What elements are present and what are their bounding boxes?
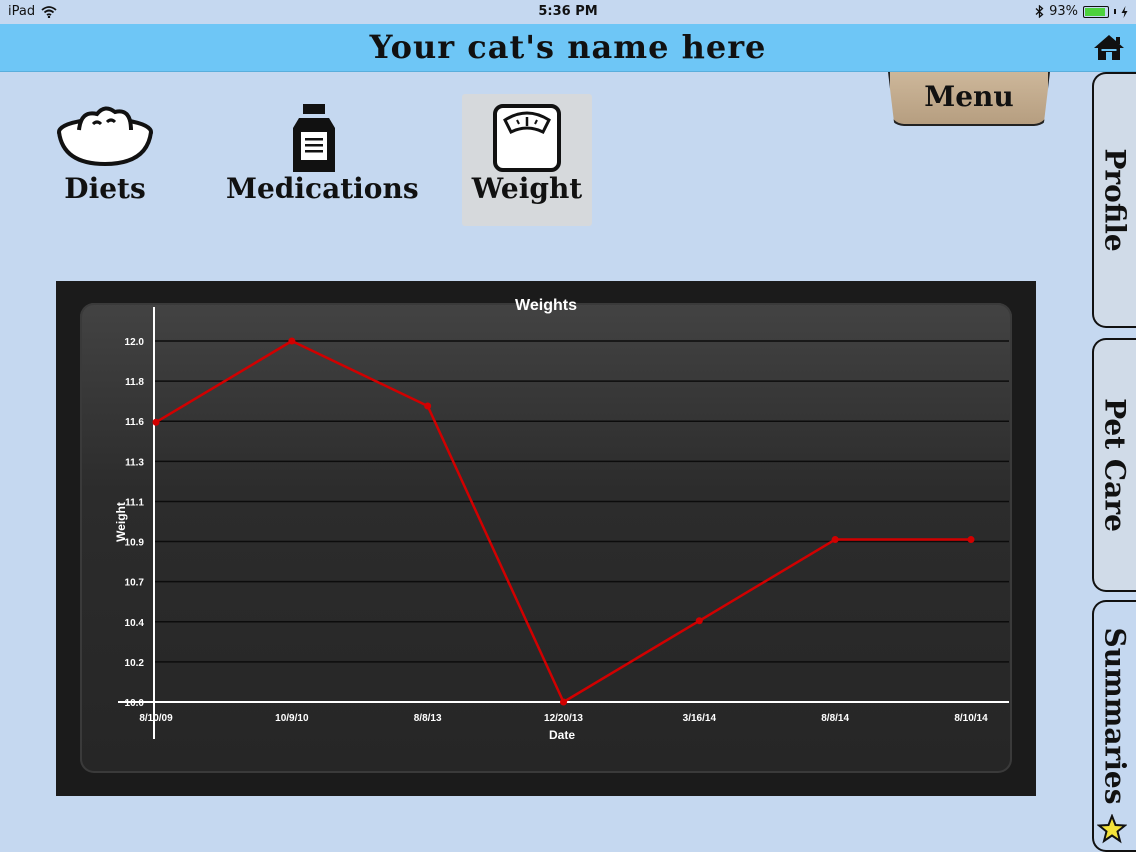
- series-line: [155, 339, 971, 704]
- y-tick-label: 10.4: [125, 618, 145, 629]
- x-tick-label: 12/20/13: [544, 713, 583, 724]
- tab-label: Summaries: [1098, 627, 1132, 805]
- y-tick-label: 11.8: [125, 377, 144, 388]
- x-tick-label: 10/9/10: [275, 713, 309, 724]
- x-tick-label: 8/8/13: [414, 713, 442, 724]
- title-bar: Your cat's name here: [0, 24, 1136, 72]
- app-title: Your cat's name here: [369, 28, 767, 66]
- y-tick-label: 11.6: [125, 417, 144, 428]
- y-tick-label: 11.3: [125, 457, 144, 468]
- battery-tip: [1114, 9, 1116, 14]
- category-label: Medications: [226, 172, 419, 205]
- data-point: [424, 402, 432, 410]
- star-icon: [1097, 814, 1127, 844]
- data-point: [560, 698, 567, 706]
- battery-percent: 93%: [1049, 4, 1078, 19]
- x-axis-label: Date: [549, 728, 575, 742]
- category-diets[interactable]: Diets: [40, 94, 170, 226]
- x-tick-label: 8/10/14: [954, 713, 988, 724]
- x-tick-label: 8/10/09: [139, 713, 173, 724]
- chart-title: Weights: [515, 297, 577, 314]
- scale-icon: [493, 104, 561, 172]
- x-tick-label: 8/8/14: [821, 713, 849, 724]
- tab-pet-care[interactable]: Pet Care: [1092, 338, 1136, 592]
- tab-label: Profile: [1098, 148, 1132, 252]
- bluetooth-icon: [1035, 5, 1044, 18]
- y-tick-label: 10.7: [125, 578, 145, 589]
- y-tick-label: 12.0: [125, 337, 145, 348]
- tab-label: Pet Care: [1098, 398, 1132, 532]
- y-tick-label: 10.2: [125, 658, 145, 669]
- menu-label: Menu: [924, 80, 1014, 113]
- data-point: [288, 337, 296, 345]
- status-right: 93%: [1035, 4, 1128, 19]
- category-label: Weight: [471, 172, 583, 205]
- home-icon[interactable]: [1092, 32, 1126, 62]
- status-bar: iPad 5:36 PM 93%: [0, 0, 1136, 24]
- category-label: Diets: [64, 172, 146, 205]
- battery-fill: [1085, 7, 1105, 16]
- data-point: [695, 617, 703, 625]
- category-weight[interactable]: Weight: [462, 94, 592, 226]
- y-axis-label: Weight: [114, 502, 128, 542]
- weight-chart: 10.0 10.2 10.4 10.7 10.9 11.1 11.3 11.6 11.8 12.0…: [56, 281, 1036, 796]
- category-medications[interactable]: Medications: [226, 94, 419, 226]
- food-bowl-icon: [57, 106, 153, 167]
- clock: 5:36 PM: [538, 4, 598, 19]
- data-point: [967, 536, 975, 544]
- tab-profile[interactable]: Profile: [1092, 72, 1136, 328]
- y-tick-label: 10.0: [125, 698, 145, 709]
- menu-button[interactable]: Menu: [888, 72, 1050, 126]
- battery-icon: [1083, 5, 1109, 18]
- data-point: [152, 418, 160, 426]
- chart-svg: 10.010.210.410.710.911.111.311.611.812.0…: [114, 297, 1009, 742]
- x-tick-label: 3/16/14: [683, 713, 717, 724]
- charging-icon: [1121, 5, 1128, 18]
- data-point: [831, 536, 839, 544]
- medicine-bottle-icon: [293, 104, 335, 172]
